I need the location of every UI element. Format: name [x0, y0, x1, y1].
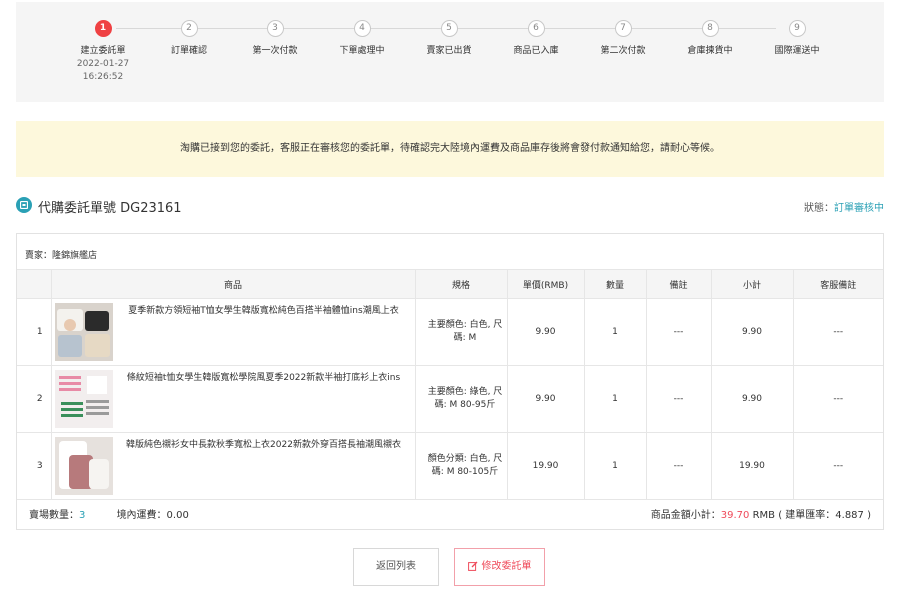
seller-name: 賣家：隆錦旗艦店 [25, 251, 98, 261]
product-cell: 韓版純色襯衫女中長款秋季寬松上衣2022新款外穿百搭長袖潮風襯衣 [50, 432, 416, 500]
price-cell: 19.90 [506, 432, 585, 500]
step-label: 商品已入庫 [513, 46, 559, 56]
step-7: 7 第二次付款 [583, 20, 663, 56]
note-cell: --- [645, 298, 712, 366]
notice-banner: 淘購已接到您的委託，客服正在審核您的委託單，待確認完大陸境內運費及商品庫存後將會… [16, 121, 884, 177]
step-1: 1 建立委託單 2022-01-27 16:26:52 [63, 20, 143, 84]
qty-cell: 1 [583, 432, 647, 500]
step-number: 6 [527, 20, 545, 37]
amount-value: 39.70 [720, 510, 750, 521]
step-4: 4 下單處理中 [322, 20, 402, 56]
step-label: 賣家已出貨 [426, 46, 472, 56]
product-cell: 條紋短袖t恤女學生韓版寬松學院風夏季2022新款半袖打底衫上衣ins [50, 365, 416, 433]
table-row: 1 夏季新款方領短袖T恤女學生韓版寬松純色百搭半袖體恤ins潮風上衣 主要顏色:… [17, 298, 883, 366]
edit-icon [467, 551, 478, 587]
status-value: 訂單審核中 [834, 203, 884, 214]
price-cell: 9.90 [506, 298, 585, 366]
row-index: 3 [17, 432, 52, 500]
qty-cell: 1 [583, 365, 647, 433]
col-price: 單價(RMB) [506, 269, 585, 299]
order-summary: 賣場數量：3 境內運費：0.00 商品金額小計：39.70 RMB ( 建單匯率… [17, 495, 883, 529]
table-header-row: 商品 規格 單價(RMB) 數量 備註 小計 客服備註 [17, 269, 883, 299]
row-index: 1 [17, 298, 52, 366]
step-6: 6 商品已入庫 [496, 20, 576, 56]
step-3: 3 第一次付款 [235, 20, 315, 56]
note-cell: --- [645, 432, 712, 500]
step-label: 國際運送中 [774, 46, 820, 56]
subtotal-cell: 9.90 [710, 365, 794, 433]
summary-right: 商品金額小計：39.70 RMB ( 建單匯率：4.887 ) [650, 510, 871, 521]
cs-note-cell: --- [792, 365, 883, 433]
store-count: 3 [79, 510, 86, 521]
step-number: 8 [701, 20, 719, 37]
col-cs-note: 客服備註 [792, 269, 883, 299]
spec-cell: 主要顏色: 綠色, 尺 碼: M 80-95斤 [414, 365, 508, 433]
items-table: 商品 規格 單價(RMB) 數量 備註 小計 客服備註 1 夏季新款方領短袖T恤… [17, 269, 883, 500]
col-note: 備註 [645, 269, 712, 299]
col-product: 商品 [50, 269, 416, 299]
note-cell: --- [645, 365, 712, 433]
step-label: 第一次付款 [252, 46, 298, 56]
step-label: 建立委託單 [80, 46, 126, 56]
step-number: 4 [353, 20, 371, 37]
step-label: 下單處理中 [339, 46, 385, 56]
step-label: 倉庫揀貨中 [687, 46, 733, 56]
price-cell: 9.90 [506, 365, 585, 433]
edit-order-button[interactable]: 修改委託單 [454, 548, 545, 586]
step-2: 2 訂單確認 [149, 20, 229, 56]
subtotal-cell: 9.90 [710, 298, 794, 366]
product-image[interactable] [54, 437, 113, 495]
order-number-title: 代購委託單號 DG23161 [38, 201, 182, 216]
step-label: 第二次付款 [600, 46, 646, 56]
subtotal-cell: 19.90 [710, 432, 794, 500]
step-9: 9 國際運送中 [757, 20, 837, 56]
step-label: 訂單確認 [170, 46, 207, 56]
product-cell: 夏季新款方領短袖T恤女學生韓版寬松純色百搭半袖體恤ins潮風上衣 [50, 298, 416, 366]
order-status: 狀態：訂單審核中 [804, 203, 884, 214]
order-header: 代購委託單號 DG23161 狀態：訂單審核中 [16, 196, 884, 216]
col-qty: 數量 [583, 269, 647, 299]
qty-cell: 1 [583, 298, 647, 366]
summary-left: 賣場數量：3 境內運費：0.00 [29, 510, 189, 521]
order-panel: 賣家：隆錦旗艦店 商品 規格 單價(RMB) 數量 備註 小計 客服備註 1 夏… [16, 233, 884, 530]
spec-cell: 主要顏色: 白色, 尺 碼: M [414, 298, 508, 366]
col-subtotal: 小計 [710, 269, 794, 299]
step-number: 2 [180, 20, 198, 37]
step-number: 9 [788, 20, 806, 37]
table-row: 3 韓版純色襯衫女中長款秋季寬松上衣2022新款外穿百搭長袖潮風襯衣 顏色分類:… [17, 432, 883, 500]
col-spec: 規格 [414, 269, 508, 299]
order-document-icon [16, 197, 32, 213]
cs-note-cell: --- [792, 432, 883, 500]
table-row: 2 條紋短袖t恤女學生韓版寬松學院風夏季2022新款半袖打底衫上衣ins 主要顏… [17, 365, 883, 433]
cs-note-cell: --- [792, 298, 883, 366]
step-date: 2022-01-27 16:26:52 [76, 59, 130, 82]
progress-steps: 1 建立委託單 2022-01-27 16:26:52 2 訂單確認 3 第一次… [16, 2, 884, 102]
step-number: 1 [94, 20, 112, 37]
product-image[interactable] [54, 370, 113, 428]
step-number: 3 [266, 20, 284, 37]
step-number: 5 [440, 20, 458, 37]
product-image[interactable] [54, 303, 113, 361]
spec-cell: 顏色分類: 白色, 尺 碼: M 80-105斤 [414, 432, 508, 500]
step-8: 8 倉庫揀貨中 [670, 20, 750, 56]
step-number: 7 [614, 20, 632, 37]
step-5: 5 賣家已出貨 [409, 20, 489, 56]
domestic-shipping: 境內運費：0.00 [116, 510, 189, 521]
back-to-list-button[interactable]: 返回列表 [353, 548, 439, 586]
row-index: 2 [17, 365, 52, 433]
